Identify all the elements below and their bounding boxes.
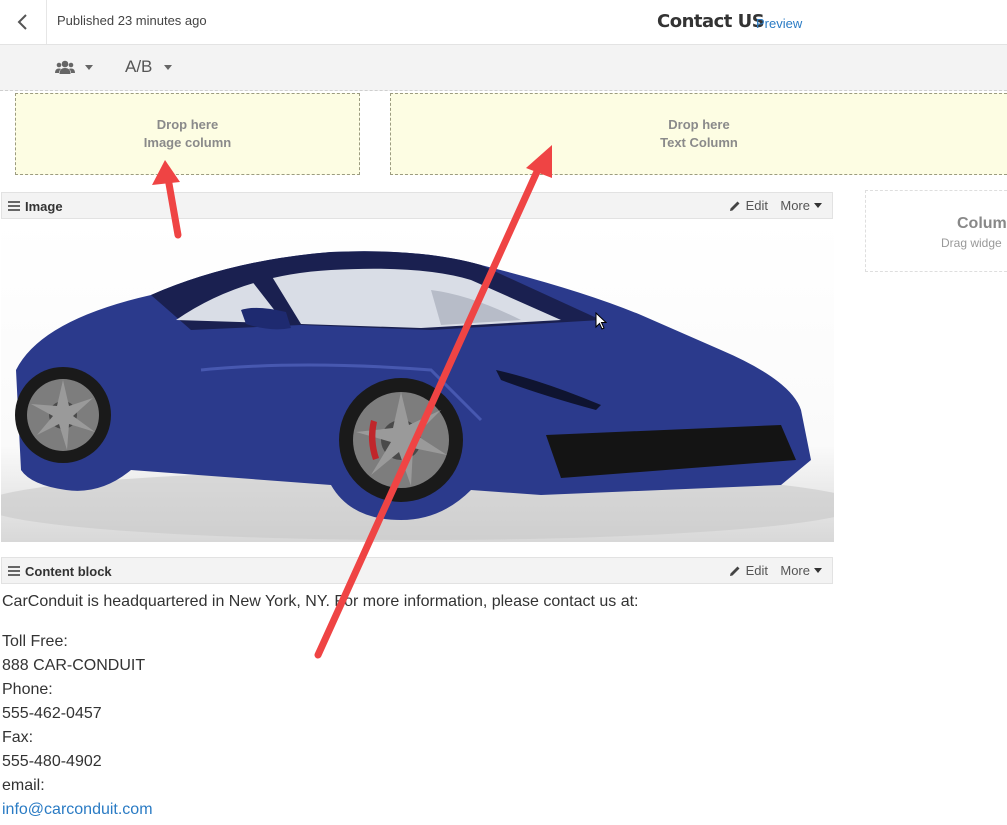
caret-down-icon [814, 203, 822, 208]
drop-zone-text-column[interactable]: Drop here Text Column [390, 93, 1007, 175]
pencil-icon [729, 201, 740, 211]
more-menu-button[interactable]: More [780, 198, 822, 213]
edit-label: Edit [745, 563, 768, 578]
page-title: Contact US [657, 11, 765, 32]
email-label: email: [2, 777, 45, 794]
column-placeholder-title: Colum [957, 215, 1007, 232]
ab-test-dropdown[interactable]: A/B [125, 57, 173, 77]
chevron-left-icon [17, 14, 27, 30]
more-menu-button[interactable]: More [780, 563, 822, 578]
top-bar: Published 23 minutes ago Contact US Prev… [0, 0, 1007, 45]
phone-label: Phone: [2, 681, 53, 698]
more-label: More [780, 563, 810, 578]
drag-handle-icon[interactable] [8, 201, 20, 213]
ab-label: A/B [125, 57, 153, 76]
pencil-icon [729, 566, 740, 576]
fax-value: 555-480-4902 [2, 753, 102, 770]
published-status: Published 23 minutes ago [57, 13, 207, 28]
column-placeholder-hint: Drag widge [941, 236, 1002, 250]
intro-text: CarConduit is headquartered in New York,… [2, 593, 639, 610]
fax-label: Fax: [2, 729, 34, 746]
widget-title: Image [25, 199, 63, 214]
car-image[interactable] [1, 220, 834, 542]
caret-down-icon [85, 64, 93, 70]
editor-toolbar: A/B [0, 45, 1007, 91]
edit-button[interactable]: Edit [729, 198, 768, 213]
drop-zone-column-name: Image column [143, 135, 232, 150]
drop-zone-label: Drop here [156, 117, 219, 132]
drop-zone-image-column[interactable]: Drop here Image column [15, 93, 360, 175]
drag-handle-icon[interactable] [8, 566, 20, 578]
image-widget-header[interactable]: Image Edit More [1, 192, 833, 219]
audience-dropdown[interactable] [55, 59, 93, 75]
toll-free-value: 888 CAR-CONDUIT [2, 657, 146, 674]
caret-down-icon [164, 64, 173, 70]
sports-car-illustration [1, 251, 834, 540]
users-icon [55, 60, 75, 74]
back-button[interactable] [0, 0, 47, 44]
widget-title: Content block [25, 564, 112, 579]
toll-free-label: Toll Free: [2, 633, 68, 650]
edit-button[interactable]: Edit [729, 563, 768, 578]
caret-down-icon [814, 568, 822, 573]
drop-zone-label: Drop here [668, 117, 730, 132]
more-label: More [780, 198, 810, 213]
drop-zone-column-name: Text Column [660, 135, 738, 150]
column-placeholder[interactable]: Colum Drag widge [865, 190, 1007, 272]
mouse-cursor-icon [595, 312, 607, 330]
content-block-widget-header[interactable]: Content block Edit More [1, 557, 833, 584]
edit-label: Edit [745, 198, 768, 213]
preview-link[interactable]: Preview [756, 16, 802, 31]
phone-value: 555-462-0457 [2, 705, 102, 722]
email-link[interactable]: info@carconduit.com [2, 801, 153, 818]
content-block-body[interactable]: CarConduit is headquartered in New York,… [2, 590, 638, 822]
